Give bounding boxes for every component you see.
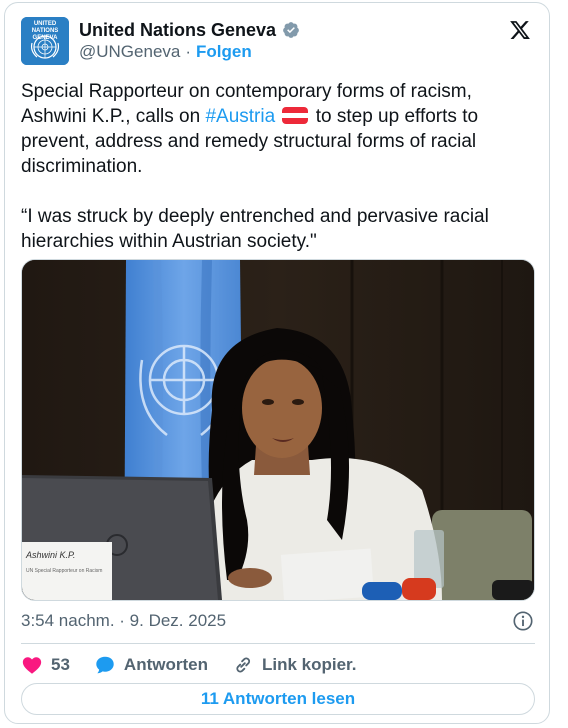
post-text: Special Rapporteur on contemporary forms… [21,79,535,254]
divider [21,643,535,644]
handle-row: @UNGeneva · Folgen [79,42,252,62]
nameplate-name: Ashwini K.P. [25,550,75,560]
speaker-photo: Ashwini K.P. UN Special Rapporteur on Ra… [22,260,534,600]
action-bar: 53 Antworten Link kopier. [21,653,380,677]
hashtag-austria[interactable]: #Austria [205,106,275,127]
post-photo[interactable]: Ashwini K.P. UN Special Rapporteur on Ra… [21,259,535,601]
verified-badge-icon [283,22,299,38]
reply-button[interactable]: Antworten [94,654,208,676]
display-name[interactable]: United Nations Geneva [79,20,276,41]
like-button[interactable]: 53 [21,654,70,676]
link-icon [236,657,250,673]
embedded-post-card: UNITED NATIONS GENEVA United Nations Gen… [4,2,550,724]
follow-button[interactable]: Folgen [196,42,252,62]
author-name-row: United Nations Geneva [79,19,300,41]
separator: · [185,42,192,61]
nameplate-title: UN Special Rapporteur on Racism [26,568,102,574]
x-logo-icon[interactable] [509,19,531,41]
heart-icon [22,657,42,674]
info-icon[interactable] [512,610,534,632]
austria-flag-icon [282,107,309,124]
like-count: 53 [51,655,70,674]
author-handle[interactable]: @UNGeneva [79,42,180,62]
copy-link-button[interactable]: Link kopier. [232,654,356,676]
avatar[interactable]: UNITED NATIONS GENEVA [21,17,69,65]
read-replies-button[interactable]: 11 Antworten lesen [21,683,535,715]
avatar-label: UNITED NATIONS GENEVA [31,21,59,41]
copy-link-label: Link kopier. [261,655,357,674]
post-timestamp[interactable]: 3:54 nachm. · 9. Dez. 2025 [21,611,226,631]
post-text-part2: to step up efforts to prevent, address a… [21,106,489,252]
reply-bubble-icon [96,656,114,674]
reply-label: Antworten [123,655,208,674]
